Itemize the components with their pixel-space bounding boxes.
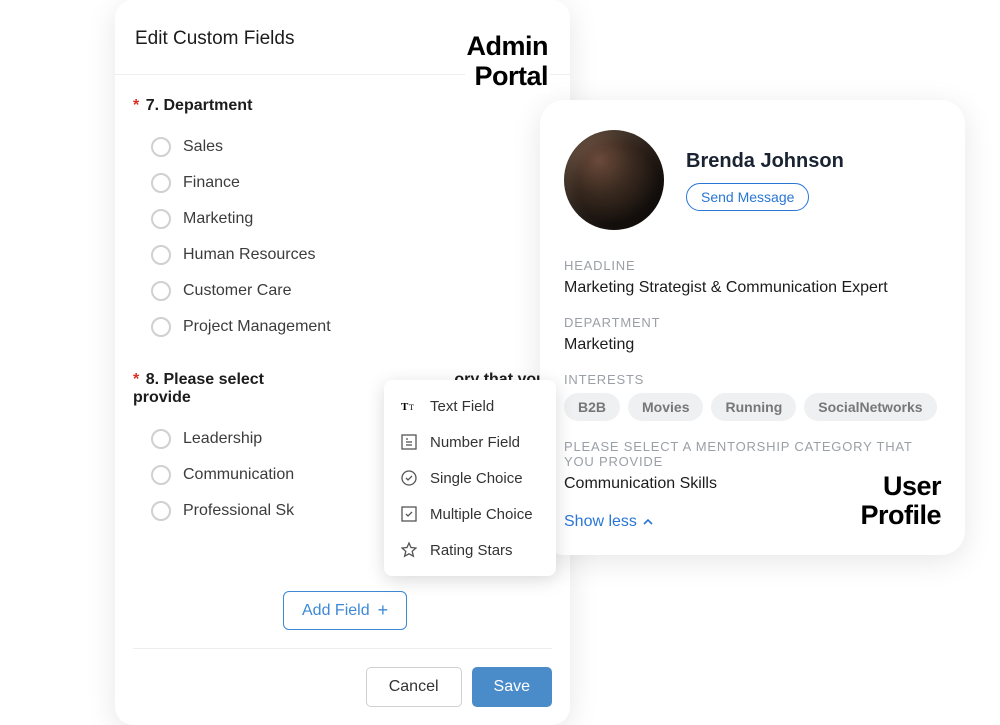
department-label: DEPARTMENT — [564, 315, 941, 330]
radio-icon — [151, 137, 171, 157]
headline-label: HEADLINE — [564, 258, 941, 273]
radio-icon — [151, 173, 171, 193]
field-7-label: * 7. Department — [133, 97, 552, 115]
radio-option-customer-care[interactable]: Customer Care — [133, 273, 552, 309]
cancel-button[interactable]: Cancel — [366, 667, 462, 707]
radio-option-project-mgmt[interactable]: Project Management — [133, 309, 552, 345]
user-profile-panel: Brenda Johnson Send Message HEADLINE Mar… — [540, 100, 965, 555]
dropdown-multiple-choice[interactable]: Multiple Choice — [384, 496, 556, 532]
plus-icon: + — [378, 600, 389, 621]
radio-icon — [151, 245, 171, 265]
send-message-button[interactable]: Send Message — [686, 183, 809, 211]
admin-portal-banner: Admin Portal — [465, 30, 551, 93]
user-profile-banner: User Profile — [858, 470, 943, 533]
multiple-choice-icon — [400, 505, 418, 523]
dropdown-text-field[interactable]: TT Text Field — [384, 388, 556, 424]
profile-name: Brenda Johnson — [686, 150, 844, 173]
required-asterisk: * — [133, 371, 139, 388]
save-button[interactable]: Save — [472, 667, 552, 707]
radio-icon — [151, 209, 171, 229]
tag-running: Running — [711, 393, 796, 421]
chevron-up-icon — [643, 517, 653, 527]
interests-label: INTERESTS — [564, 372, 941, 387]
dropdown-rating-stars[interactable]: Rating Stars — [384, 532, 556, 568]
single-choice-icon — [400, 469, 418, 487]
tag-movies: Movies — [628, 393, 703, 421]
star-icon — [400, 541, 418, 559]
avatar — [564, 130, 664, 230]
dropdown-number-field[interactable]: Number Field — [384, 424, 556, 460]
field-department: * 7. Department Sales Finance Marketing … — [133, 97, 552, 345]
profile-header: Brenda Johnson Send Message — [564, 130, 941, 230]
number-field-icon — [400, 433, 418, 451]
department-value: Marketing — [564, 336, 941, 354]
interests-tags: B2B Movies Running SocialNetworks — [564, 393, 941, 421]
radio-icon — [151, 429, 171, 449]
radio-option-finance[interactable]: Finance — [133, 165, 552, 201]
dropdown-single-choice[interactable]: Single Choice — [384, 460, 556, 496]
tag-socialnetworks: SocialNetworks — [804, 393, 936, 421]
radio-option-marketing[interactable]: Marketing — [133, 201, 552, 237]
mentorship-label: PLEASE SELECT A MENTORSHIP CATEGORY THAT… — [564, 439, 941, 469]
svg-text:T: T — [401, 401, 409, 413]
required-asterisk: * — [133, 97, 139, 114]
action-button-row: Cancel Save — [133, 648, 552, 707]
svg-text:T: T — [409, 403, 414, 412]
tag-b2b: B2B — [564, 393, 620, 421]
add-field-button[interactable]: Add Field + — [283, 591, 407, 630]
show-less-toggle[interactable]: Show less — [564, 513, 653, 531]
radio-icon — [151, 501, 171, 521]
radio-icon — [151, 465, 171, 485]
field-type-dropdown: TT Text Field Number Field Single Choice… — [384, 380, 556, 576]
radio-icon — [151, 317, 171, 337]
text-field-icon: TT — [400, 397, 418, 415]
radio-icon — [151, 281, 171, 301]
headline-value: Marketing Strategist & Communication Exp… — [564, 279, 941, 297]
admin-portal-panel: Admin Portal Edit Custom Fields * 7. Dep… — [115, 0, 570, 725]
radio-option-sales[interactable]: Sales — [133, 129, 552, 165]
radio-option-hr[interactable]: Human Resources — [133, 237, 552, 273]
